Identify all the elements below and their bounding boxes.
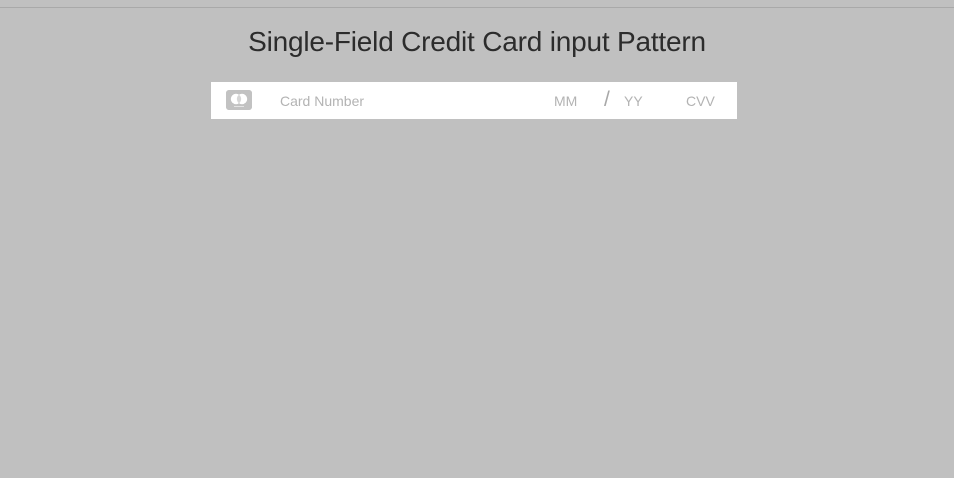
mastercard-icon	[226, 90, 252, 110]
card-number-input[interactable]	[280, 82, 530, 119]
expiry-year-input[interactable]	[624, 82, 660, 119]
top-divider	[0, 7, 954, 8]
expiry-month-input[interactable]	[554, 82, 594, 119]
page-title: Single-Field Credit Card input Pattern	[248, 26, 706, 57]
cvv-input[interactable]	[686, 82, 726, 119]
expiry-separator: /	[604, 88, 610, 111]
credit-card-field[interactable]: /	[211, 82, 737, 119]
page: Single-Field Credit Card input Pattern /	[0, 0, 954, 478]
